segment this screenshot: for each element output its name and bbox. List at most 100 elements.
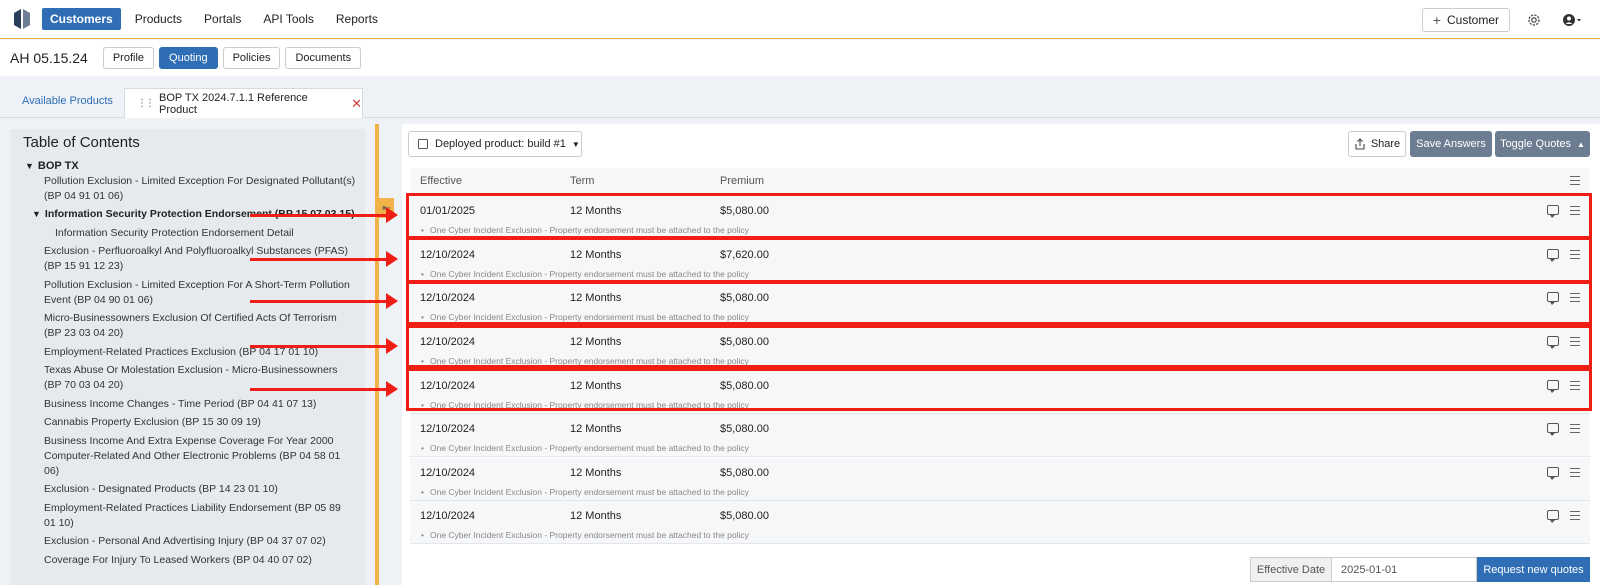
checkbox-icon[interactable]: [418, 139, 428, 149]
toc-item[interactable]: Business Income Changes - Time Period (B…: [44, 397, 316, 412]
toc-item[interactable]: Pollution Exclusion - Limited Exception …: [44, 278, 350, 293]
quote-note: One Cyber Incident Exclusion - Property …: [421, 225, 749, 235]
comment-icon[interactable]: [1547, 380, 1559, 393]
chevron-down-icon[interactable]: ▼: [32, 207, 41, 222]
toc-item[interactable]: Coverage For Injury To Leased Workers (B…: [44, 553, 312, 568]
toc-item[interactable]: 06): [44, 464, 59, 479]
drag-handle-icon[interactable]: ⋮⋮: [137, 98, 155, 109]
comment-icon[interactable]: [1547, 510, 1559, 523]
toc-item[interactable]: Exclusion - Perfluoroalkyl And Polyfluor…: [44, 244, 348, 259]
quote-effective: 12/10/2024: [420, 467, 476, 479]
nav-reports[interactable]: Reports: [328, 8, 386, 30]
deployed-product-dropdown[interactable]: Deployed product: build #1 ▼: [408, 131, 582, 157]
quote-row[interactable]: 12/10/2024 12 Months $5,080.00 One Cyber In…: [410, 414, 1590, 457]
caret-up-icon: ▲: [1577, 139, 1585, 149]
toc-item[interactable]: Texas Abuse Or Molestation Exclusion - M…: [44, 363, 338, 378]
nav-portals[interactable]: Portals: [196, 8, 249, 30]
menu-icon[interactable]: [1570, 176, 1580, 185]
menu-icon[interactable]: [1570, 468, 1580, 477]
quote-effective: 12/10/2024: [420, 292, 476, 304]
effective-date-input[interactable]: [1331, 557, 1477, 582]
menu-icon[interactable]: [1570, 206, 1580, 215]
page-title: AH 05.15.24: [10, 50, 88, 66]
toc-item[interactable]: Pollution Exclusion - Limited Exception …: [44, 174, 355, 189]
comment-icon[interactable]: [1547, 249, 1559, 262]
quote-row[interactable]: 12/10/2024 12 Months $5,080.00 One Cyber In…: [410, 501, 1590, 544]
app-logo-icon[interactable]: [12, 7, 34, 31]
top-nav: Customers Products Portals API Tools Rep…: [0, 0, 1600, 39]
menu-icon[interactable]: [1570, 424, 1580, 433]
tab-documents[interactable]: Documents: [285, 47, 362, 69]
comment-icon[interactable]: [1547, 292, 1559, 305]
nav-customers[interactable]: Customers: [42, 8, 121, 30]
request-new-quotes-button[interactable]: Request new quotes: [1477, 557, 1590, 582]
quote-term: 12 Months: [570, 467, 622, 479]
toc-item[interactable]: Employment-Related Practices Liability E…: [44, 501, 341, 516]
nav-api-tools[interactable]: API Tools: [255, 8, 321, 30]
gear-icon[interactable]: [1524, 10, 1544, 30]
toc-item[interactable]: (BP 23 03 04 20): [44, 326, 123, 341]
tab-available-products[interactable]: Available Products: [22, 95, 113, 107]
toc-item[interactable]: Micro-Businessowners Exclusion Of Certif…: [44, 311, 337, 326]
open-product-label: BOP TX 2024.7.1.1 Reference Product: [159, 91, 308, 116]
quote-row[interactable]: 12/10/2024 12 Months $5,080.00 One Cyber In…: [410, 371, 1590, 414]
menu-icon[interactable]: [1570, 381, 1580, 390]
comment-icon[interactable]: [1547, 423, 1559, 436]
header-term[interactable]: Term: [570, 175, 594, 187]
quote-premium: $7,620.00: [720, 249, 769, 261]
comment-icon[interactable]: [1547, 205, 1559, 218]
menu-icon[interactable]: [1570, 337, 1580, 346]
quote-note: One Cyber Incident Exclusion - Property …: [421, 487, 749, 497]
tab-policies[interactable]: Policies: [222, 47, 281, 69]
header-premium[interactable]: Premium: [720, 175, 764, 187]
toc-item[interactable]: Cannabis Property Exclusion (BP 15 30 09…: [44, 415, 261, 430]
quote-note: One Cyber Incident Exclusion - Property …: [421, 312, 749, 322]
tab-open-product[interactable]: ⋮⋮ BOP TX 2024.7.1.1 Reference Product ✕: [124, 88, 363, 118]
toc-item[interactable]: Employment-Related Practices Exclusion (…: [44, 345, 318, 360]
close-icon[interactable]: ✕: [351, 96, 362, 112]
quote-row[interactable]: 12/10/2024 12 Months $5,080.00 One Cyber In…: [410, 283, 1590, 326]
nav-products[interactable]: Products: [127, 8, 190, 30]
quote-row[interactable]: 12/10/2024 12 Months $7,620.00 One Cyber In…: [410, 240, 1590, 283]
panel-divider[interactable]: [375, 124, 379, 585]
quote-effective: 12/10/2024: [420, 510, 476, 522]
quote-premium: $5,080.00: [720, 205, 769, 217]
quote-row[interactable]: 01/01/2025 12 Months $5,080.00 One Cyber In…: [410, 196, 1590, 239]
toc-subitem[interactable]: Information Security Protection Endorsem…: [55, 226, 294, 241]
save-answers-button[interactable]: Save Answers: [1410, 131, 1492, 157]
comment-icon[interactable]: [1547, 336, 1559, 349]
toc-item[interactable]: (BP 70 03 04 20): [44, 378, 123, 393]
quote-term: 12 Months: [570, 380, 622, 392]
tab-quoting[interactable]: Quoting: [159, 47, 218, 69]
toc-root[interactable]: ▼ BOP TX: [25, 160, 79, 172]
toc-item[interactable]: Exclusion - Designated Products (BP 14 2…: [44, 482, 278, 497]
toc-item-expanded[interactable]: ▼ Information Security Protection Endorse…: [32, 207, 355, 222]
tab-profile[interactable]: Profile: [102, 47, 155, 69]
chevron-down-icon[interactable]: ▼: [25, 161, 34, 171]
quote-term: 12 Months: [570, 510, 622, 522]
toc-item[interactable]: (BP 15 91 12 23): [44, 259, 123, 274]
share-button[interactable]: Share: [1348, 131, 1406, 157]
toc-item[interactable]: Exclusion - Personal And Advertising Inj…: [44, 534, 326, 549]
add-customer-label: Customer: [1446, 12, 1499, 27]
toc-item[interactable]: 01 10): [44, 516, 74, 531]
entity-header: AH 05.15.24 Profile Quoting Policies Doc…: [0, 40, 1600, 76]
header-effective[interactable]: Effective: [420, 175, 462, 187]
toc-item[interactable]: Computer-Related And Other Electronic Pr…: [44, 449, 340, 464]
toc-item[interactable]: Business Income And Extra Expense Covera…: [44, 434, 334, 449]
toggle-quotes-button[interactable]: Toggle Quotes ▲: [1495, 131, 1590, 157]
toc-item-label: Information Security Protection Endorsem…: [44, 208, 355, 220]
user-menu-icon[interactable]: [1562, 10, 1582, 30]
menu-icon[interactable]: [1570, 511, 1580, 520]
menu-icon[interactable]: [1570, 250, 1580, 259]
collapse-sidebar-icon[interactable]: ⇤: [379, 198, 394, 218]
quote-row[interactable]: 12/10/2024 12 Months $5,080.00 One Cyber In…: [410, 327, 1590, 370]
quote-note: One Cyber Incident Exclusion - Property …: [421, 443, 749, 453]
add-customer-button[interactable]: + Customer: [1421, 7, 1510, 32]
menu-icon[interactable]: [1570, 293, 1580, 302]
comment-icon[interactable]: [1547, 467, 1559, 480]
toc-item[interactable]: Event (BP 04 90 01 06): [44, 293, 153, 308]
quote-row[interactable]: 12/10/2024 12 Months $5,080.00 One Cyber In…: [410, 458, 1590, 501]
share-icon: [1355, 138, 1365, 150]
toc-item[interactable]: (BP 04 91 01 06): [44, 189, 123, 204]
